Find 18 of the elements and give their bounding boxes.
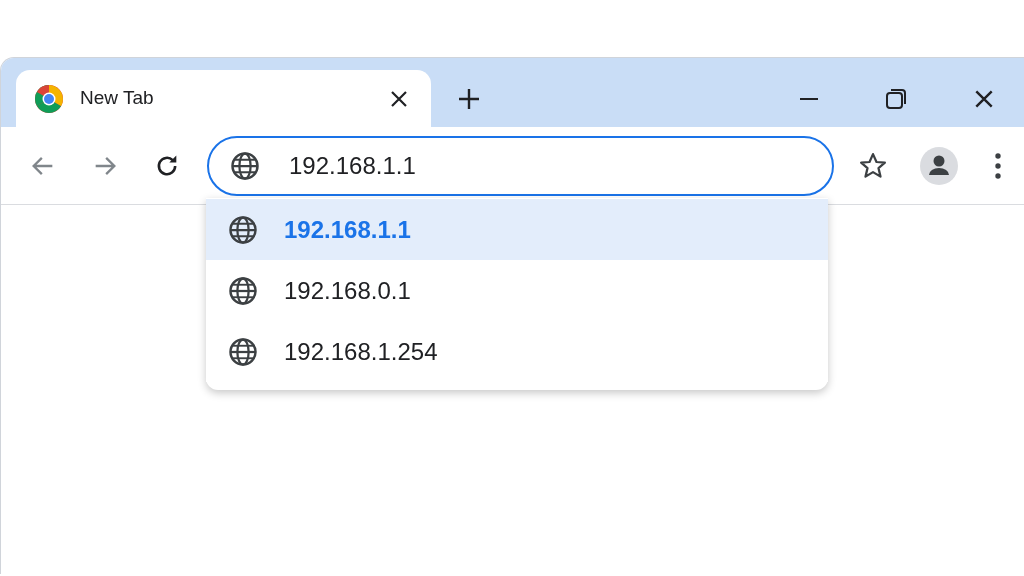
globe-icon bbox=[228, 214, 258, 245]
globe-icon bbox=[228, 336, 258, 367]
star-icon bbox=[858, 150, 888, 181]
person-icon bbox=[920, 146, 958, 185]
plus-icon bbox=[457, 86, 481, 111]
chrome-logo-icon bbox=[34, 83, 64, 114]
address-bar[interactable]: 192.168.1.1 bbox=[207, 135, 834, 196]
restore-icon bbox=[885, 87, 907, 110]
browser-tab[interactable]: New Tab bbox=[16, 70, 431, 127]
menu-icon bbox=[994, 151, 1002, 180]
globe-icon bbox=[228, 275, 258, 306]
suggestion-item[interactable]: 192.168.1.254 bbox=[206, 321, 828, 382]
minimize-icon bbox=[799, 96, 819, 101]
close-icon bbox=[389, 88, 409, 109]
tab-title: New Tab bbox=[80, 86, 155, 111]
suggestion-item[interactable]: 192.168.1.1 bbox=[206, 199, 828, 260]
globe-icon bbox=[230, 150, 260, 181]
suggestion-item[interactable]: 192.168.0.1 bbox=[206, 260, 828, 321]
